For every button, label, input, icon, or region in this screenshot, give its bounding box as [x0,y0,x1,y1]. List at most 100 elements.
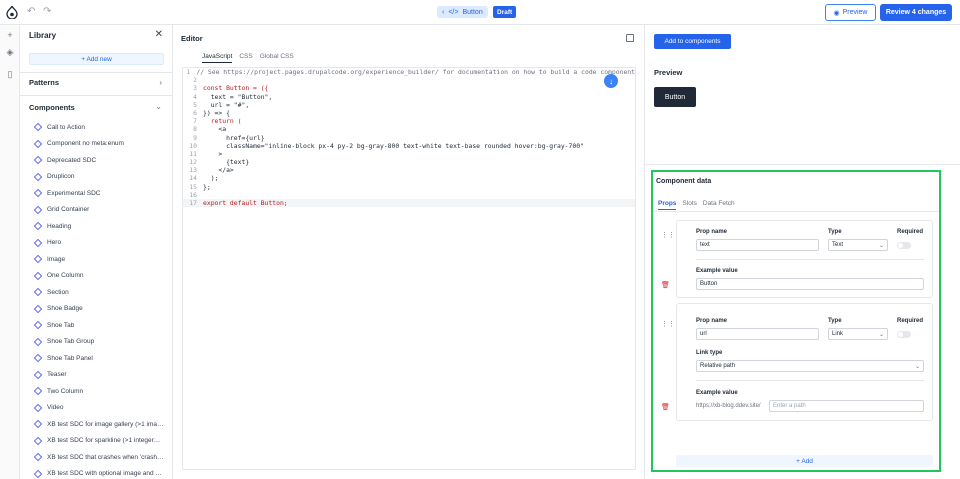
code-text: > [203,149,223,158]
list-item-label: Shoe Tab [47,321,75,329]
example-path-placeholder: Enter a path [773,403,806,409]
list-item[interactable]: One Column [33,268,169,285]
undo-icon[interactable]: ↶ [27,6,35,17]
tab-slots[interactable]: Slots [682,200,696,210]
type-label: Type [828,318,842,324]
list-item[interactable]: Video [33,400,169,417]
preview-rendered-button[interactable]: Button [654,87,696,107]
trash-icon[interactable]: 🗑 [661,281,670,289]
drag-handle-icon[interactable]: ⋮⋮ [661,231,675,239]
example-path-input[interactable]: Enter a path [769,400,924,412]
drag-handle-icon[interactable]: ⋮⋮ [661,320,675,328]
list-item[interactable]: XB test SDC for sparkline (>1 integer… [33,433,169,450]
list-item[interactable]: Shoe Badge [33,301,169,318]
list-item[interactable]: Shoe Tab [33,317,169,334]
component-icon [33,238,43,247]
list-item-label: Shoe Tab Panel [47,354,93,362]
code-line: 12 {text} [183,158,635,166]
list-item[interactable]: Image [33,251,169,268]
list-item-label: XB test SDC for sparkline (>1 integer… [47,437,161,445]
library-panel: Library ✕ + Add new Patterns › Component… [20,25,173,479]
list-item[interactable]: XB test SDC for image gallery (>1 ima… [33,416,169,433]
chevron-down-icon: ⌄ [878,331,884,338]
list-item-label: Shoe Tab Group [47,338,95,346]
list-item[interactable]: Component no meta:enum [33,136,169,153]
prop-name-input[interactable]: text [696,239,819,251]
list-item-label: Heading [47,222,72,230]
download-icon[interactable]: ↓ [604,74,618,88]
code-line: 8 <a [183,125,635,133]
drupal-logo-icon[interactable] [6,6,18,19]
code-line: 2 [183,76,635,84]
list-item[interactable]: Two Column [33,383,169,400]
list-item-label: Deprecated SDC [47,156,97,164]
list-item[interactable]: Shoe Tab Panel [33,350,169,367]
list-item[interactable]: Druplicon [33,169,169,186]
add-to-components-button[interactable]: Add to components [654,34,731,49]
list-item[interactable]: Section [33,284,169,301]
components-heading[interactable]: Components [29,103,75,112]
preview-button[interactable]: ◉ Preview [825,4,876,21]
component-icon [33,321,43,330]
patterns-heading[interactable]: Patterns [29,78,59,87]
review-changes-button[interactable]: Review 4 changes [880,4,952,21]
component-icon [33,172,43,181]
list-item[interactable]: Grid Container [33,202,169,219]
code-line: 13 </a> [183,166,635,174]
list-item-label: Image [47,255,66,263]
prop-name-input[interactable]: url [696,328,819,340]
list-item[interactable]: XB test SDC that crashes when 'crash… [33,449,169,466]
list-item-label: XB test SDC for image gallery (>1 ima… [47,420,164,428]
close-icon[interactable]: ✕ [155,29,163,40]
line-number: 6 [193,108,197,117]
list-item[interactable]: Hero [33,235,169,252]
code-editor[interactable]: 1 // See https://project.pages.drupalcode… [182,67,636,470]
component-data-panel: Component data Props Slots Data Fetch ⋮⋮… [651,170,941,472]
editor-title: Editor [181,34,203,43]
type-select-value: Link [832,331,844,337]
add-prop-button[interactable]: + Add [676,455,933,467]
divider [20,95,172,96]
plus-icon[interactable]: + [5,30,15,40]
type-select-value: Text [832,242,844,248]
redo-icon[interactable]: ↷ [43,6,51,17]
link-type-select[interactable]: Relative path ⌄ [696,360,924,372]
preview-title: Preview [654,68,683,77]
add-new-button[interactable]: + Add new [29,53,164,65]
list-item[interactable]: XB test SDC with optional image and … [33,466,169,479]
component-data-tabs: Props Slots Data Fetch [658,200,735,210]
code-line: 10 className="inline-block px-4 py-2 bg-… [183,142,635,150]
list-item[interactable]: Shoe Tab Group [33,334,169,351]
code-text: href={url} [203,133,265,142]
chevron-left-icon: ‹ [442,8,445,16]
trash-icon[interactable]: 🗑 [661,403,670,411]
component-breadcrumb[interactable]: ‹ </> Button [437,6,488,18]
required-toggle[interactable] [897,242,911,249]
list-item-label: XB test SDC with optional image and … [47,470,162,478]
list-item[interactable]: Experimental SDC [33,185,169,202]
list-item[interactable]: Teaser [33,367,169,384]
code-line: 4 text = "Button", [183,93,635,101]
tab-javascript[interactable]: JavaScript [202,53,233,63]
tab-global-css[interactable]: Global CSS [260,53,294,63]
component-icon [33,123,43,132]
list-item-label: Video [47,404,64,412]
list-item[interactable]: Heading [33,218,169,235]
code-text: text = "Button", [203,92,273,101]
chevron-right-icon[interactable]: › [159,78,162,87]
type-select[interactable]: Text ⌄ [828,239,888,251]
cube-icon[interactable]: ◈ [5,47,15,57]
page-icon[interactable]: ▯ [5,69,15,79]
required-toggle[interactable] [897,331,911,338]
code-line: 16 [183,191,635,199]
tab-props[interactable]: Props [658,200,677,210]
type-select[interactable]: Link ⌄ [828,328,888,340]
list-item[interactable]: Call to Action [33,119,169,136]
chevron-down-icon[interactable]: ⌄ [155,102,162,111]
tab-css[interactable]: CSS [239,53,252,63]
list-item[interactable]: Deprecated SDC [33,152,169,169]
tab-data-fetch[interactable]: Data Fetch [703,200,735,210]
layout-toggle-icon[interactable] [626,34,634,42]
example-value-input[interactable]: Button [696,278,924,290]
code-text: url = "#", [203,100,250,109]
